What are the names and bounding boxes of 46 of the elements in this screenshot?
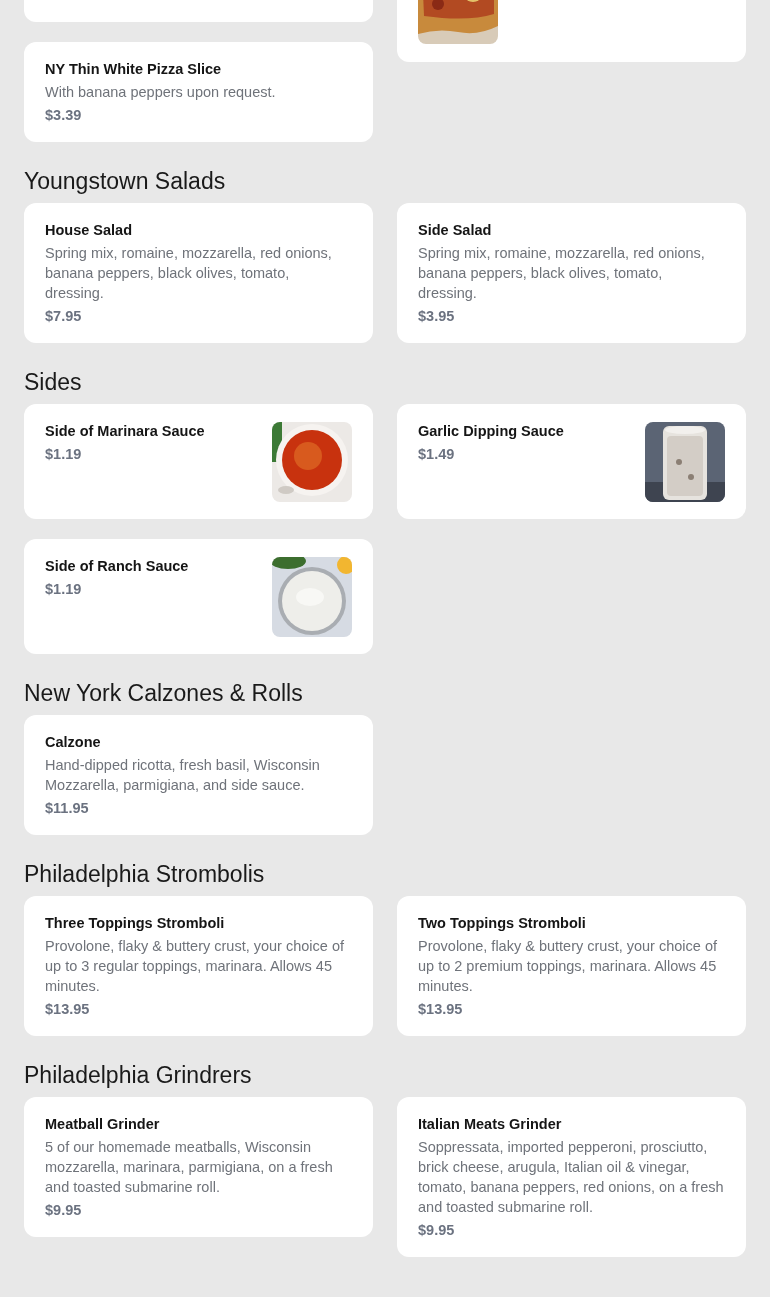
- menu-card[interactable]: Side of Marinara Sauce $1.19: [24, 404, 373, 519]
- item-name: Two Toppings Stromboli: [418, 914, 587, 933]
- section-heading: Sides: [24, 368, 83, 397]
- item-description: Hand-dipped ricotta, fresh basil, Wisconsin Mozzarella, parmigiana, and side sauce.: [45, 756, 321, 795]
- item-price: $13.95: [418, 1000, 464, 1019]
- section-heading: New York Calzones & Rolls: [24, 679, 304, 708]
- menu-card[interactable]: Two Toppings Stromboli Provolone, flaky & buttery crust, your choice of up to 2 premium toppings, marinara. Allows 45 minutes. $13.95: [397, 896, 746, 1036]
- menu-card[interactable]: Three Toppings Stromboli Provolone, flaky & buttery crust, your choice of up to 3 regular toppings, marinara. Allows 45 minutes. $13.95: [24, 896, 373, 1036]
- item-price: $1.19: [45, 445, 83, 464]
- item-name: House Salad: [45, 221, 134, 240]
- item-description: Spring mix, romaine, mozzarella, red onions, banana peppers, black olives, tomato, dressing.: [418, 244, 706, 303]
- item-description: Provolone, flaky & buttery crust, your choice of up to 2 premium toppings, marinara. Allows 45 minutes.: [418, 937, 718, 996]
- item-name: Side of Ranch Sauce: [45, 557, 190, 576]
- menu-card[interactable]: Garlic Dipping Sauce $1.49: [397, 404, 746, 519]
- item-price: $1.19: [45, 580, 83, 599]
- item-price: $11.95: [45, 799, 90, 818]
- item-price: $13.95: [45, 1000, 91, 1019]
- item-price: $9.95: [45, 1201, 83, 1220]
- section-heading: Philadelphia Grindrers: [24, 1061, 253, 1090]
- menu-card[interactable]: House Salad Spring mix, romaine, mozzarella, red onions, banana peppers, black olives, tomato, dressing. $7.95: [24, 203, 373, 343]
- section-heading: Philadelphia Strombolis: [24, 860, 266, 889]
- section-heading: Youngstown Salads: [24, 167, 227, 196]
- item-name: Three Toppings Stromboli: [45, 914, 226, 933]
- item-name: Garlic Dipping Sauce: [418, 422, 565, 441]
- item-price: $7.95: [45, 307, 83, 326]
- item-name: Italian Meats Grinder: [418, 1115, 563, 1134]
- item-description: Soppressata, imported pepperoni, prosciutto, brick cheese, arugula, Italian oil & vinegar, tomato, banana peppers, red onions, on a fresh and toasted submarine roll.: [418, 1138, 725, 1217]
- item-name: NY Thin White Pizza Slice: [45, 60, 223, 79]
- item-price: $9.95: [418, 1221, 456, 1240]
- item-description: With banana peppers upon request.: [45, 83, 277, 102]
- menu-card[interactable]: Italian Meats Grinder Soppressata, imported pepperoni, prosciutto, brick cheese, arugula, Italian oil & vinegar, tomato, banana peppers, red onions, on a fresh and toasted submarine roll. $9.95: [397, 1097, 746, 1257]
- item-description: 5 of our homemade meatballs, Wisconsin mozzarella, marinara, parmigiana, on a fresh and toasted submarine roll.: [45, 1138, 334, 1197]
- item-name: Side of Marinara Sauce: [45, 422, 206, 441]
- item-price: $1.49: [418, 445, 456, 464]
- item-name: Side Salad: [418, 221, 493, 240]
- item-description: Spring mix, romaine, mozzarella, red onions, banana peppers, black olives, tomato, dressing.: [45, 244, 333, 303]
- menu-card[interactable]: Meatball Grinder 5 of our homemade meatballs, Wisconsin mozzarella, marinara, parmigiana, on a fresh and toasted submarine roll. $9.95: [24, 1097, 373, 1237]
- menu-card[interactable]: NY Thin White Pizza Slice With banana peppers upon request. $3.39: [24, 42, 373, 142]
- menu-card[interactable]: Side Salad Spring mix, romaine, mozzarella, red onions, banana peppers, black olives, tomato, dressing. $3.95: [397, 203, 746, 343]
- menu-card[interactable]: Side of Ranch Sauce $1.19: [24, 539, 373, 654]
- item-price: $3.95: [418, 307, 456, 326]
- item-description: Provolone, flaky & buttery crust, your choice of up to 3 regular toppings, marinara. Allows 45 minutes.: [45, 937, 345, 996]
- menu-card[interactable]: Calzone Hand-dipped ricotta, fresh basil, Wisconsin Mozzarella, parmigiana, and side sauce. $11.95: [24, 715, 373, 835]
- item-price: $3.39: [45, 106, 83, 125]
- item-name: Meatball Grinder: [45, 1115, 161, 1134]
- item-name: Calzone: [45, 733, 102, 752]
